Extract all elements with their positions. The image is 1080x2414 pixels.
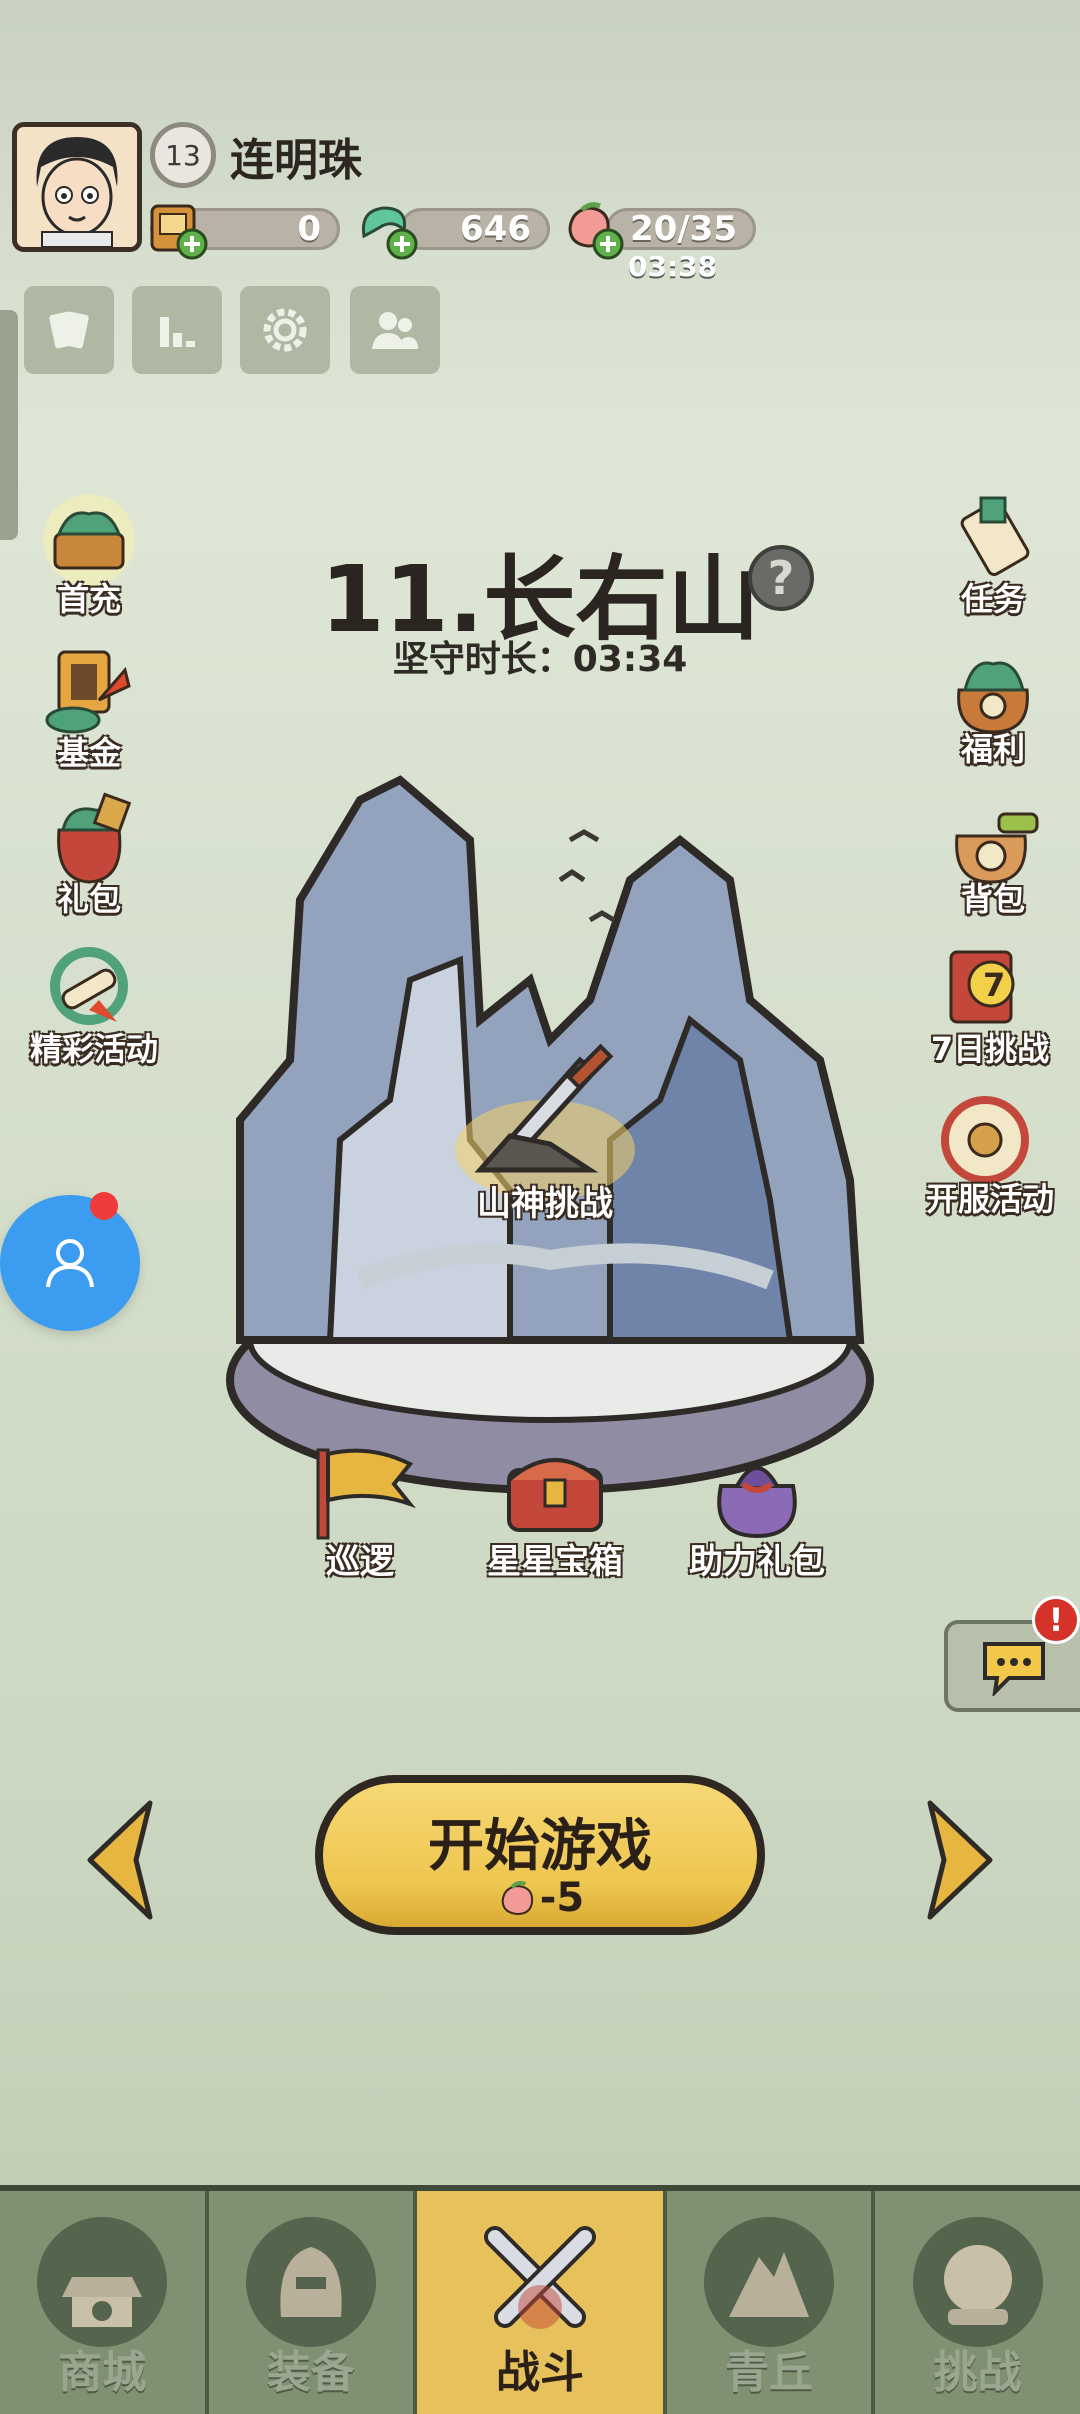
patrol-button[interactable]: 巡逻 [290, 1440, 430, 1582]
backpack-button[interactable]: 背包 [918, 790, 1068, 920]
peach-cost-icon [501, 1880, 533, 1916]
peach-icon [568, 202, 624, 260]
star-chest-icon [507, 1458, 603, 1532]
seven-day-button[interactable]: 7 7日挑战 [910, 940, 1070, 1070]
level-value: 13 [165, 138, 201, 172]
gear-icon [263, 308, 307, 352]
crossed-swords-icon [475, 2217, 605, 2347]
user-icon [46, 1239, 94, 1288]
level-badge: 13 [150, 122, 216, 188]
start-game-button[interactable]: 开始游戏 -5 [315, 1775, 765, 1935]
backpack-label: 背包 [960, 880, 1025, 918]
stamina-timer: 03:38 [628, 250, 718, 283]
ticket-icon [150, 204, 208, 260]
orb-icon [912, 2217, 1043, 2347]
tab-shop-label: 商城 [58, 2347, 147, 2398]
jade-resource[interactable]: 646 [400, 208, 550, 250]
guard-time: 坚守时长：03:34 [392, 639, 688, 680]
shop-icon [37, 2217, 168, 2347]
settings-button[interactable] [240, 286, 330, 374]
ranking-button[interactable] [132, 286, 222, 374]
gift-pack-label: 礼包 [56, 880, 121, 918]
svg-text:7: 7 [983, 966, 1005, 1004]
friends-button[interactable] [350, 286, 440, 374]
jade-value: 646 [400, 208, 550, 250]
events-button[interactable]: 精彩活动 [14, 940, 174, 1070]
floating-assistant-button[interactable] [0, 1195, 140, 1331]
seven-day-label: 7日挑战 [930, 1030, 1050, 1068]
cards-button[interactable] [24, 286, 114, 374]
tab-challenge[interactable]: 挑战 [875, 2191, 1080, 2414]
support-gift-button[interactable]: 助力礼包 [672, 1440, 842, 1582]
chat-bubble-icon [983, 1642, 1045, 1696]
tab-challenge-label: 挑战 [933, 2347, 1022, 2398]
events-label: 精彩活动 [29, 1030, 158, 1068]
start-cost-value: -5 [539, 1875, 585, 1921]
boss-challenge-label: 山神挑战 [477, 1184, 613, 1224]
tab-battle[interactable]: 战斗 [417, 2191, 667, 2414]
notification-dot [90, 1192, 118, 1220]
patrol-label: 巡逻 [326, 1542, 394, 1582]
stamina-resource[interactable]: 20/35 [606, 208, 756, 250]
next-stage-arrow-icon[interactable] [920, 1795, 1000, 1925]
boss-challenge-button[interactable]: 山神挑战 [440, 1040, 650, 1240]
friends-icon [372, 312, 418, 349]
server-event-button[interactable]: 开服活动 [910, 1090, 1070, 1220]
stamina-value: 20/35 [606, 208, 756, 250]
star-chest-button[interactable]: 星星宝箱 [470, 1440, 640, 1582]
player-name: 连明珠 [230, 135, 362, 186]
gift-pack-button[interactable]: 礼包 [14, 790, 164, 920]
help-icon[interactable]: ? [748, 545, 814, 611]
cards-icon [49, 311, 89, 349]
support-gift-label: 助力礼包 [689, 1542, 825, 1582]
tab-shop[interactable]: 商城 [0, 2191, 209, 2414]
patrol-flag-icon [316, 1448, 416, 1540]
jade-icon [361, 206, 418, 260]
welfare-label: 福利 [960, 730, 1025, 768]
mountain-icon [704, 2217, 835, 2347]
start-cost: -5 [323, 1875, 757, 1922]
previous-stage-arrow-icon[interactable] [80, 1795, 160, 1925]
tab-equipment-label: 装备 [266, 2347, 355, 2398]
tab-battle-label: 战斗 [495, 2347, 584, 2398]
tab-qingqiu[interactable]: 青丘 [666, 2191, 876, 2414]
helmet-icon [245, 2217, 376, 2347]
start-game-label: 开始游戏 [428, 1814, 652, 1879]
gift-bag-icon [717, 1466, 797, 1539]
bottom-nav: 商城 装备 战斗 青丘 挑战 [0, 2185, 1080, 2414]
chat-alert-badge: ! [1032, 1596, 1080, 1644]
player-avatar[interactable] [12, 122, 142, 252]
server-event-label: 开服活动 [925, 1180, 1054, 1218]
fund-label: 基金 [56, 734, 121, 772]
ranking-icon [160, 317, 195, 347]
tab-qingqiu-label: 青丘 [725, 2347, 814, 2398]
star-chest-label: 星星宝箱 [487, 1542, 623, 1582]
tab-equipment[interactable]: 装备 [208, 2191, 418, 2414]
